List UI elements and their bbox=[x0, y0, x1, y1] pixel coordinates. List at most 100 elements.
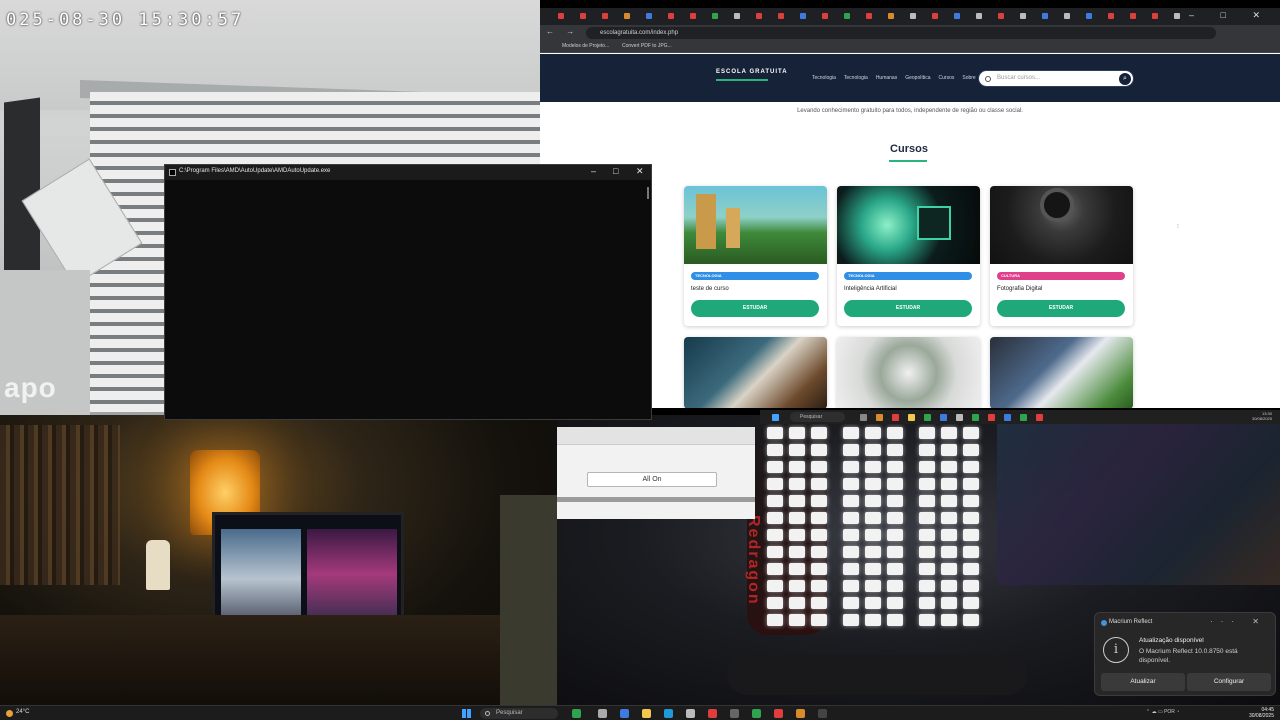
remote-search-box[interactable]: Pesquisar bbox=[790, 412, 845, 422]
taskbar-search-box[interactable]: Pesquisar bbox=[480, 708, 558, 719]
app-icon[interactable] bbox=[1004, 414, 1011, 421]
weather-icon[interactable] bbox=[6, 710, 13, 717]
course-card[interactable] bbox=[684, 337, 827, 408]
maximize-button[interactable]: □ bbox=[613, 166, 618, 176]
study-button[interactable]: ESTUDAR bbox=[844, 300, 972, 317]
notification-controls[interactable]: ··· ✕ bbox=[1210, 617, 1267, 626]
tab-favicon[interactable] bbox=[1086, 13, 1092, 19]
course-card[interactable]: TECNOLOGIA Inteligência Artificial ESTUD… bbox=[837, 186, 980, 326]
console-window[interactable]: C:\Program Files\AMD\AutoUpdate\AMDAutoU… bbox=[164, 164, 652, 420]
bookmark-item[interactable]: Convert PDF to JPG... bbox=[622, 43, 672, 49]
tab-favicon[interactable] bbox=[1064, 13, 1070, 19]
app-icon[interactable] bbox=[908, 414, 915, 421]
tab-favicon[interactable] bbox=[932, 13, 938, 19]
tab-favicon[interactable] bbox=[844, 13, 850, 19]
menu-item[interactable]: Tecnologia bbox=[812, 75, 836, 81]
tab-favicon[interactable] bbox=[690, 13, 696, 19]
course-card[interactable]: CULTURA Fotografia Digital ESTUDAR bbox=[990, 186, 1133, 326]
file-explorer-icon[interactable] bbox=[642, 709, 651, 718]
tab-favicon[interactable] bbox=[954, 13, 960, 19]
tab-favicon[interactable] bbox=[998, 13, 1004, 19]
tab-favicon[interactable] bbox=[734, 13, 740, 19]
bookmark-item[interactable]: Modelos de Projeto... bbox=[562, 43, 609, 49]
tab-favicon[interactable] bbox=[1020, 13, 1026, 19]
tab-favicon[interactable] bbox=[580, 13, 586, 19]
menu-item[interactable]: Geopolítica bbox=[905, 75, 930, 81]
app-icon[interactable] bbox=[572, 709, 581, 718]
windows-start-icon[interactable] bbox=[462, 709, 471, 718]
browser-tab-strip[interactable]: – □ ✕ bbox=[540, 8, 1280, 25]
chrome-icon[interactable] bbox=[774, 709, 783, 718]
app-icon[interactable] bbox=[972, 414, 979, 421]
tab-favicon[interactable] bbox=[624, 13, 630, 19]
configure-button[interactable]: Configurar bbox=[1187, 673, 1271, 691]
update-notification[interactable]: Macrium Reflect ··· ✕ i Atualização disp… bbox=[1094, 612, 1276, 696]
search-button[interactable]: ⌕ bbox=[1119, 73, 1131, 85]
tab-favicon[interactable] bbox=[1108, 13, 1114, 19]
task-view-icon[interactable] bbox=[598, 709, 607, 718]
menu-item[interactable]: Cursos bbox=[939, 75, 955, 81]
course-thumbnail bbox=[837, 337, 980, 408]
site-header: ESCOLA GRATUITA Tecnologia Tecnologia Hu… bbox=[540, 54, 1280, 102]
tab-favicon[interactable] bbox=[800, 13, 806, 19]
app-icon[interactable] bbox=[818, 709, 827, 718]
app-icon[interactable] bbox=[796, 709, 805, 718]
tab-favicon[interactable] bbox=[712, 13, 718, 19]
tab-favicon[interactable] bbox=[646, 13, 652, 19]
tab-favicon[interactable] bbox=[1174, 13, 1180, 19]
all-on-button[interactable]: All On bbox=[587, 472, 717, 487]
app-icon[interactable] bbox=[620, 709, 629, 718]
edge-icon[interactable] bbox=[664, 709, 673, 718]
course-card[interactable] bbox=[990, 337, 1133, 408]
site-logo[interactable]: ESCOLA GRATUITA bbox=[716, 69, 788, 75]
notification-app-name: Macrium Reflect bbox=[1109, 619, 1153, 625]
app-icon[interactable] bbox=[1020, 414, 1027, 421]
menu-item[interactable]: Sobre bbox=[962, 75, 975, 81]
tab-favicon[interactable] bbox=[558, 13, 564, 19]
system-tray[interactable]: ⌃ ☁ ▭ POR ◔ bbox=[1146, 709, 1179, 715]
tab-favicon[interactable] bbox=[778, 13, 784, 19]
study-button[interactable]: ESTUDAR bbox=[691, 300, 819, 317]
tab-favicon[interactable] bbox=[866, 13, 872, 19]
address-bar[interactable]: escolagratuita.com/index.php bbox=[586, 27, 1216, 39]
app-icon[interactable] bbox=[686, 709, 695, 718]
start-icon[interactable] bbox=[772, 414, 779, 421]
console-scrollbar[interactable] bbox=[647, 187, 649, 199]
tab-favicon[interactable] bbox=[976, 13, 982, 19]
app-icon[interactable] bbox=[956, 414, 963, 421]
course-card[interactable]: TECNOLOGIA teste de curso ESTUDAR bbox=[684, 186, 827, 326]
course-thumbnail bbox=[990, 186, 1133, 264]
app-icon[interactable] bbox=[892, 414, 899, 421]
tab-favicon[interactable] bbox=[1042, 13, 1048, 19]
minimize-button[interactable]: – bbox=[591, 166, 596, 176]
tab-favicon[interactable] bbox=[1130, 13, 1136, 19]
app-icon[interactable] bbox=[924, 414, 931, 421]
menu-item[interactable]: Humanas bbox=[876, 75, 897, 81]
tab-favicon[interactable] bbox=[668, 13, 674, 19]
app-icon[interactable] bbox=[730, 709, 739, 718]
taskbar-clock[interactable]: 04:45 30/08/2025 bbox=[1249, 707, 1274, 719]
browser-window-controls[interactable]: – □ ✕ bbox=[1189, 10, 1272, 21]
tab-favicon[interactable] bbox=[602, 13, 608, 19]
app-icon[interactable] bbox=[1036, 414, 1043, 421]
menu-item[interactable]: Tecnologia bbox=[844, 75, 868, 81]
close-button[interactable]: ✕ bbox=[636, 166, 644, 177]
console-titlebar[interactable]: C:\Program Files\AMD\AutoUpdate\AMDAutoU… bbox=[165, 165, 651, 180]
tab-favicon[interactable] bbox=[822, 13, 828, 19]
app-icon[interactable] bbox=[876, 414, 883, 421]
course-card[interactable] bbox=[837, 337, 980, 408]
notification-body: O Macrium Reflect 10.0.8750 está disponí… bbox=[1139, 648, 1238, 664]
tab-favicon[interactable] bbox=[910, 13, 916, 19]
tab-favicon[interactable] bbox=[888, 13, 894, 19]
app-icon[interactable] bbox=[860, 414, 867, 421]
app-icon[interactable] bbox=[752, 709, 761, 718]
weather-temperature[interactable]: 24°C bbox=[16, 709, 29, 715]
update-button[interactable]: Atualizar bbox=[1101, 673, 1185, 691]
study-button[interactable]: ESTUDAR bbox=[997, 300, 1125, 317]
app-icon[interactable] bbox=[940, 414, 947, 421]
app-icon[interactable] bbox=[988, 414, 995, 421]
tab-favicon[interactable] bbox=[756, 13, 762, 19]
course-search-input[interactable]: Buscar cursos... ⌕ bbox=[978, 70, 1134, 87]
app-icon[interactable] bbox=[708, 709, 717, 718]
tab-favicon[interactable] bbox=[1152, 13, 1158, 19]
